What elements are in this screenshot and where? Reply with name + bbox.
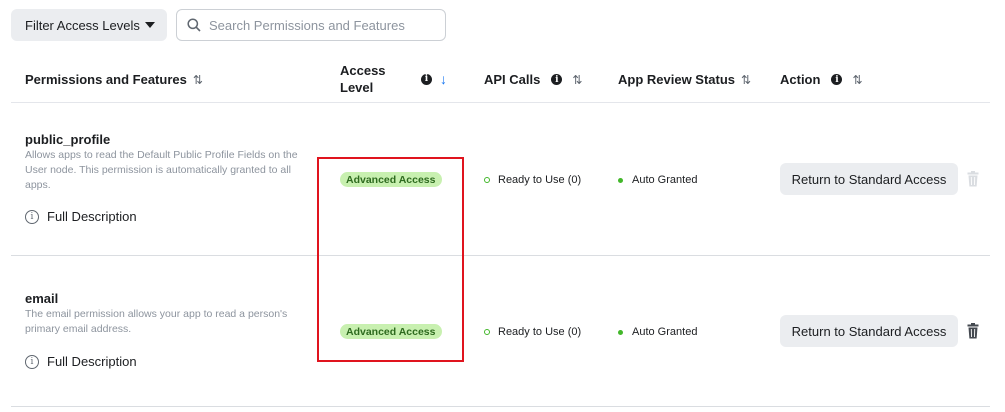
- caret-down-icon: [145, 22, 155, 28]
- api-calls-status: Ready to Use (0): [484, 326, 581, 338]
- app-review-status: Auto Granted: [618, 326, 697, 338]
- column-label-app-review-status: App Review Status: [618, 72, 736, 87]
- permission-name: email: [25, 291, 59, 306]
- app-review-label: Auto Granted: [632, 326, 698, 338]
- permission-name: public_profile: [25, 132, 111, 147]
- full-description-label: Full Description: [47, 354, 137, 369]
- info-icon[interactable]: i: [551, 74, 563, 85]
- highlight-annotation: [317, 157, 464, 362]
- info-circle-icon: i: [25, 354, 39, 369]
- return-to-standard-access-button[interactable]: Return to Standard Access: [780, 315, 958, 347]
- status-dot: [484, 177, 490, 183]
- api-calls-label: Ready to Use (0): [498, 174, 582, 186]
- app-review-status: Auto Granted: [618, 174, 697, 186]
- column-header-action[interactable]: Action i ⇅: [780, 72, 863, 87]
- row-divider: [11, 255, 990, 256]
- column-label-permissions: Permissions and Features: [25, 72, 187, 87]
- sort-icon[interactable]: ⇅: [572, 73, 582, 87]
- column-header-access-level[interactable]: Access Level i ↓: [340, 62, 460, 96]
- column-header-api-calls[interactable]: API Calls i ⇅: [484, 72, 582, 87]
- info-circle-icon: i: [25, 209, 39, 224]
- column-header-app-review-status[interactable]: App Review Status ⇅: [618, 72, 751, 87]
- column-label-action: Action: [780, 72, 821, 87]
- permission-description: Allows apps to read the Default Public P…: [25, 149, 298, 191]
- status-dot: [618, 329, 623, 335]
- trash-icon[interactable]: [967, 171, 979, 187]
- permission-description: The email permission allows your app to …: [25, 308, 288, 335]
- arrow-down-icon[interactable]: ↓: [440, 71, 447, 87]
- info-icon[interactable]: i: [421, 73, 432, 85]
- search-input[interactable]: [209, 17, 439, 33]
- return-to-standard-access-button[interactable]: Return to Standard Access: [780, 163, 958, 195]
- full-description-link[interactable]: i Full Description: [25, 209, 137, 224]
- filter-access-levels-button[interactable]: Filter Access Levels: [11, 9, 167, 41]
- column-header-permissions[interactable]: Permissions and Features ⇅: [25, 72, 203, 87]
- app-review-label: Auto Granted: [632, 174, 698, 186]
- sort-icon[interactable]: ⇅: [852, 73, 862, 87]
- sort-icon[interactable]: ⇅: [193, 73, 203, 87]
- sort-icon[interactable]: ⇅: [741, 73, 751, 87]
- table-header: Permissions and Features ⇅ Access Level …: [0, 60, 1005, 102]
- trash-icon[interactable]: [967, 323, 979, 339]
- api-calls-label: Ready to Use (0): [498, 326, 582, 338]
- search-box[interactable]: [176, 9, 446, 41]
- header-divider: [11, 102, 990, 103]
- search-icon: [187, 18, 201, 32]
- status-dot: [618, 177, 623, 183]
- row-divider: [11, 406, 990, 407]
- column-label-access-level: Access Level: [340, 63, 386, 95]
- full-description-label: Full Description: [47, 209, 137, 224]
- api-calls-status: Ready to Use (0): [484, 174, 581, 186]
- info-icon[interactable]: i: [831, 74, 843, 85]
- column-label-api-calls: API Calls: [484, 72, 541, 87]
- status-dot: [484, 329, 490, 335]
- filter-access-levels-label: Filter Access Levels: [25, 17, 140, 33]
- full-description-link[interactable]: i Full Description: [25, 354, 137, 369]
